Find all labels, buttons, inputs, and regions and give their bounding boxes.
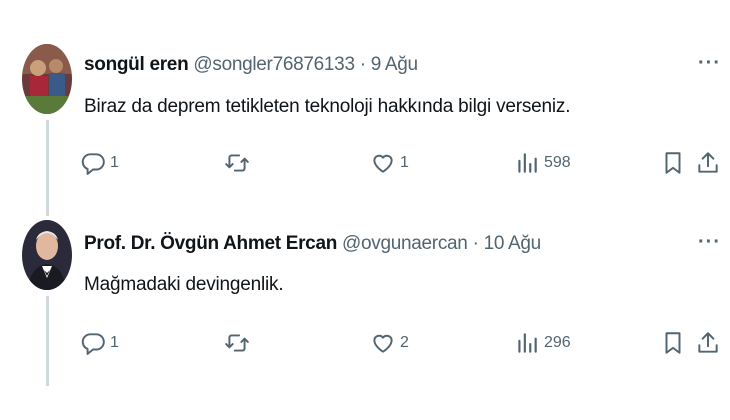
bookmark-button[interactable]	[660, 150, 686, 176]
like-count: 2	[400, 334, 409, 351]
display-name[interactable]: Prof. Dr. Övgün Ahmet Ercan	[84, 233, 337, 254]
retweet-icon	[225, 334, 249, 352]
like-button[interactable]: 1	[370, 150, 409, 176]
view-count: 296	[544, 334, 571, 351]
view-count: 598	[544, 154, 571, 171]
separator-dot: ·	[472, 233, 479, 254]
display-name[interactable]: songül eren	[84, 54, 189, 75]
views-chart-icon	[518, 333, 537, 353]
retweet-button[interactable]	[224, 330, 254, 356]
views-button[interactable]: 598	[514, 150, 571, 176]
reply-icon	[81, 333, 105, 355]
reply-count: 1	[110, 334, 119, 351]
reply-button[interactable]: 1	[80, 330, 119, 356]
retweet-icon	[225, 154, 249, 172]
user-handle[interactable]: @ovgunaercan	[342, 233, 468, 254]
share-icon	[698, 332, 718, 353]
more-options-icon[interactable]: ···	[698, 52, 721, 75]
tweet-header: songül eren @songler76876133 · 9 Ağu	[84, 54, 418, 76]
thread-line	[46, 296, 49, 386]
tweet-actions: 1 2 296	[80, 330, 720, 360]
views-chart-icon	[518, 153, 537, 173]
views-button[interactable]: 296	[514, 330, 571, 356]
avatar[interactable]	[22, 220, 72, 290]
heart-icon	[373, 334, 393, 353]
like-button[interactable]: 2	[370, 330, 409, 356]
share-button[interactable]	[695, 150, 721, 176]
more-options-icon[interactable]: ···	[698, 231, 721, 254]
reply-button[interactable]: 1	[80, 150, 119, 176]
avatar[interactable]	[22, 44, 72, 114]
separator-dot: ·	[359, 54, 366, 75]
bookmark-icon	[665, 152, 681, 174]
tweet-date[interactable]: 10 Ağu	[484, 233, 542, 254]
like-count: 1	[400, 154, 409, 171]
tweet[interactable]: songül eren @songler76876133 · 9 Ağu ···…	[0, 0, 730, 216]
tweet[interactable]: Prof. Dr. Övgün Ahmet Ercan @ovgunaercan…	[0, 200, 730, 400]
tweet-date[interactable]: 9 Ağu	[371, 54, 418, 75]
reply-count: 1	[110, 154, 119, 171]
user-handle[interactable]: @songler76876133	[193, 54, 355, 75]
heart-icon	[373, 154, 393, 173]
tweet-actions: 1 1 598	[80, 150, 720, 180]
reply-icon	[81, 153, 105, 175]
share-icon	[698, 152, 718, 173]
share-button[interactable]	[695, 330, 721, 356]
tweet-text: Biraz da deprem tetikleten teknoloji hak…	[84, 96, 571, 117]
bookmark-button[interactable]	[660, 330, 686, 356]
tweet-text: Mağmadaki devingenlik.	[84, 274, 284, 295]
retweet-button[interactable]	[224, 150, 254, 176]
tweet-header: Prof. Dr. Övgün Ahmet Ercan @ovgunaercan…	[84, 233, 541, 255]
bookmark-icon	[665, 332, 681, 354]
